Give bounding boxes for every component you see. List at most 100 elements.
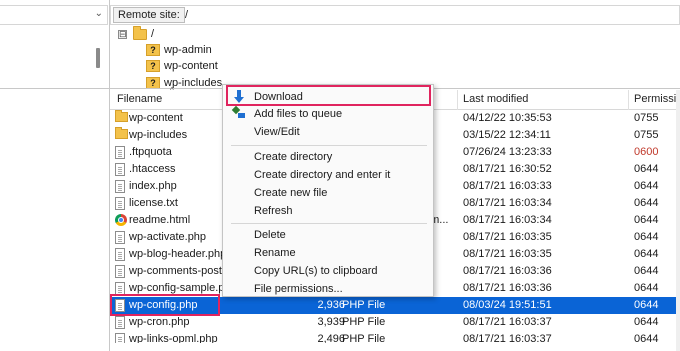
- file-icon: [115, 146, 125, 159]
- add-queue-icon: [233, 107, 245, 119]
- menu-item-add-to-queue[interactable]: Add files to queue: [223, 105, 433, 123]
- menu-item-create-new-file[interactable]: Create new file: [223, 184, 433, 202]
- local-pane: [0, 0, 110, 351]
- file-permissions: 0600: [634, 146, 659, 158]
- file-modified: 08/17/21 16:03:36: [463, 265, 552, 277]
- chevron-down-icon[interactable]: ⌄: [95, 8, 103, 19]
- file-permissions: 0644: [634, 248, 659, 260]
- file-modified: 08/17/21 16:03:34: [463, 197, 552, 209]
- menu-item-label: Create directory and enter it: [254, 169, 391, 181]
- file-name: license.txt: [129, 197, 178, 209]
- column-permissions[interactable]: Permissio: [634, 93, 680, 105]
- tree-root-label: /: [151, 28, 155, 40]
- file-name: wp-includes: [129, 129, 188, 141]
- file-name: wp-config-sample.p: [129, 282, 225, 294]
- file-name: wp-links-opml.php: [129, 333, 218, 343]
- menu-item-file-permissions[interactable]: File permissions...: [223, 280, 433, 298]
- file-name: wp-activate.php: [129, 231, 207, 243]
- column-divider[interactable]: [457, 90, 458, 110]
- tree-item-wp-admin[interactable]: ? wp-admin: [146, 42, 212, 58]
- file-name: wp-content: [129, 112, 183, 124]
- file-modified: 08/17/21 16:03:35: [463, 248, 552, 260]
- collapse-icon[interactable]: ⊟: [118, 29, 127, 39]
- column-divider[interactable]: [628, 90, 629, 110]
- question-folder-icon: ?: [146, 77, 160, 88]
- menu-item-copy-url[interactable]: Copy URL(s) to clipboard: [223, 262, 433, 280]
- file-type: PHP File: [342, 316, 386, 328]
- file-modified: 08/17/21 16:03:37: [463, 333, 552, 343]
- file-permissions: 0755: [634, 112, 659, 124]
- remote-directory-tree: ⊟ / ? wp-admin ? wp-content ? wp-include…: [110, 25, 680, 88]
- column-filename[interactable]: Filename: [117, 93, 162, 105]
- file-modified: 08/17/21 16:03:33: [463, 180, 552, 192]
- menu-item-create-directory-enter[interactable]: Create directory and enter it: [223, 166, 433, 184]
- remote-site-label: Remote site:: [113, 7, 185, 23]
- context-menu: Download Add files to queue View/Edit Cr…: [222, 84, 434, 297]
- file-name: index.php: [129, 180, 177, 192]
- file-name: wp-comments-post.: [129, 265, 225, 277]
- menu-separator: [231, 223, 427, 224]
- file-modified: 07/26/24 13:23:33: [463, 146, 552, 158]
- question-folder-icon: ?: [146, 44, 160, 56]
- file-modified: 08/03/24 19:51:51: [463, 299, 552, 311]
- file-permissions: 0644: [634, 180, 659, 192]
- chrome-icon: [115, 214, 127, 226]
- menu-item-label: Create new file: [254, 187, 328, 199]
- menu-item-label: Create directory: [254, 151, 333, 163]
- file-name: .ftpquota: [129, 146, 172, 158]
- file-icon: [115, 248, 125, 261]
- file-list-scrollbar[interactable]: [676, 90, 680, 351]
- download-highlight-box: [226, 85, 431, 106]
- menu-item-delete[interactable]: Delete: [223, 226, 433, 244]
- file-icon: [115, 265, 125, 278]
- column-last-modified[interactable]: Last modified: [463, 93, 528, 105]
- folder-icon: [115, 127, 128, 139]
- menu-item-label: View/Edit: [254, 126, 300, 138]
- file-modified: 08/17/21 16:03:37: [463, 316, 552, 328]
- file-row[interactable]: wp-cron.php 3,939 PHP File 08/17/21 16:0…: [110, 314, 680, 331]
- question-folder-icon: ?: [146, 60, 160, 72]
- file-icon: [115, 316, 125, 329]
- menu-item-view-edit[interactable]: View/Edit: [223, 123, 433, 141]
- menu-item-label: File permissions...: [254, 283, 343, 295]
- menu-item-label: Copy URL(s) to clipboard: [254, 265, 378, 277]
- menu-item-label: Add files to queue: [254, 108, 343, 120]
- local-tree-scrollbar[interactable]: [96, 48, 100, 68]
- file-permissions: 0644: [634, 214, 659, 226]
- file-size: 2,496: [317, 333, 345, 343]
- file-permissions: 0644: [634, 299, 659, 311]
- menu-item-create-directory[interactable]: Create directory: [223, 148, 433, 166]
- file-name: wp-cron.php: [129, 316, 190, 328]
- tree-root[interactable]: ⊟ /: [118, 25, 155, 42]
- file-permissions: 0644: [634, 197, 659, 209]
- file-icon: [115, 180, 125, 193]
- local-pane-divider: [0, 88, 110, 89]
- file-name: wp-blog-header.php: [129, 248, 227, 260]
- file-permissions: 0644: [634, 231, 659, 243]
- tree-item-wp-includes[interactable]: ? wp-includes: [146, 75, 222, 88]
- file-type: PHP File: [342, 333, 386, 343]
- remote-site-bar: Remote site: /: [110, 5, 680, 25]
- menu-item-refresh[interactable]: Refresh: [223, 202, 433, 220]
- remote-site-path-input[interactable]: /: [185, 9, 188, 21]
- menu-item-rename[interactable]: Rename: [223, 244, 433, 262]
- file-permissions: 0755: [634, 129, 659, 141]
- tree-item-wp-content[interactable]: ? wp-content: [146, 58, 218, 74]
- file-modified: 08/17/21 16:03:34: [463, 214, 552, 226]
- file-modified: 04/12/22 10:35:53: [463, 112, 552, 124]
- file-icon: [115, 197, 125, 210]
- file-permissions: 0644: [634, 316, 659, 328]
- file-row[interactable]: wp-links-opml.php 2,496 PHP File 08/17/2…: [110, 331, 680, 343]
- file-modified: 03/15/22 12:34:11: [463, 129, 551, 141]
- file-size: 2,936: [317, 299, 345, 311]
- menu-item-label: Refresh: [254, 205, 293, 217]
- file-icon: [115, 333, 125, 343]
- local-site-combo[interactable]: ⌄: [0, 5, 108, 25]
- file-modified: 08/17/21 16:03:36: [463, 282, 552, 294]
- folder-icon: [133, 25, 147, 40]
- menu-item-label: Delete: [254, 229, 286, 241]
- tree-item-label: wp-admin: [164, 44, 212, 56]
- file-name: readme.html: [129, 214, 191, 226]
- file-modified: 08/17/21 16:03:35: [463, 231, 552, 243]
- file-size: 3,939: [317, 316, 345, 328]
